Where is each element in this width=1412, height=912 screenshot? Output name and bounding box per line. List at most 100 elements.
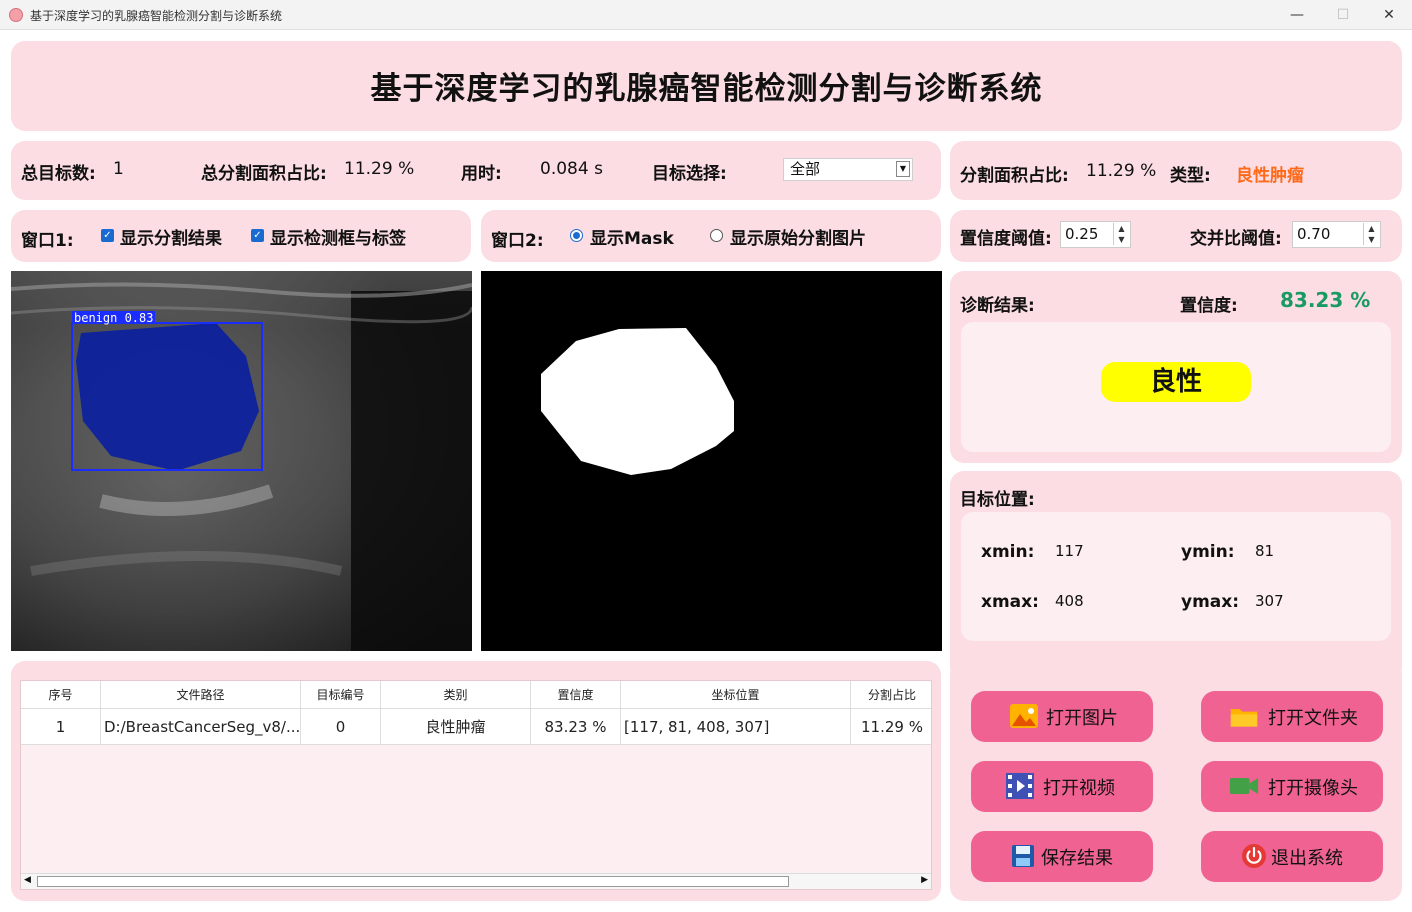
segment-area-value: 11.29 % (1086, 161, 1157, 181)
ymin-value: 81 (1255, 542, 1275, 560)
target-position-label: 目标位置: (960, 490, 1035, 510)
exit-system-button[interactable]: 退出系统 (1201, 831, 1383, 882)
actions-panel: 打开图片 打开文件夹 打开视频 打开摄像头 保存结果 退出系统 (950, 661, 1402, 901)
horizontal-scrollbar[interactable]: ◀ ▶ (21, 873, 931, 889)
column-header[interactable]: 置信度 (531, 681, 621, 708)
minimize-button[interactable]: — (1274, 0, 1320, 30)
header-panel: 基于深度学习的乳腺癌智能检测分割与诊断系统 (11, 41, 1402, 131)
stats-panel: 总目标数: 1 总分割面积占比: 11.29 % 用时: 0.084 s 目标选… (11, 141, 941, 200)
iou-threshold-label: 交并比阈值: (1190, 229, 1282, 249)
show-original-radio[interactable] (710, 229, 723, 242)
iou-threshold-spinbox[interactable]: 0.70 ▲ ▼ (1292, 221, 1381, 248)
total-targets-label: 总目标数: (21, 164, 96, 184)
table-cell: [117, 81, 408, 307] (621, 709, 851, 744)
open-video-button[interactable]: 打开视频 (971, 761, 1153, 812)
target-position-box: xmin: 117 ymin: 81 xmax: 408 ymax: 307 (961, 512, 1391, 641)
target-position-panel: 目标位置: xmin: 117 ymin: 81 xmax: 408 ymax:… (950, 471, 1402, 681)
scrollbar-thumb[interactable] (37, 876, 789, 887)
show-original-label[interactable]: 显示原始分割图片 (730, 224, 866, 249)
diagnosis-result-badge: 良性 (1101, 362, 1251, 402)
xmax-label: xmax: (981, 592, 1039, 612)
spin-down-icon[interactable]: ▼ (1363, 234, 1379, 245)
table-row[interactable]: 1 D:/BreastCancerSeg_v8/... 0 良性肿瘤 83.23… (21, 709, 931, 745)
column-header[interactable]: 分割占比 (851, 681, 931, 708)
segment-area-label: 分割面积占比: (960, 166, 1069, 186)
page-title: 基于深度学习的乳腺癌智能检测分割与诊断系统 (370, 71, 1043, 107)
target-select[interactable]: 全部 ▼ (783, 158, 913, 181)
type-value: 良性肿瘤 (1236, 166, 1304, 186)
diagnosis-panel: 诊断结果: 置信度: 83.23 % 良性 (950, 271, 1402, 463)
show-mask-radio[interactable] (570, 229, 583, 242)
results-table: 序号 文件路径 目标编号 类别 置信度 坐标位置 分割占比 1 D:/Breas… (20, 680, 932, 890)
table-cell: 11.29 % (861, 718, 923, 736)
ymax-label: ymax: (1181, 592, 1240, 612)
table-cell: D:/BreastCancerSeg_v8/... (101, 709, 301, 744)
table-cell: 1 (21, 709, 101, 744)
open-folder-label: 打开文件夹 (1268, 708, 1358, 729)
detection-image-view: benign 0.83 (11, 271, 472, 651)
iou-threshold-value: 0.70 (1297, 225, 1331, 243)
mask-image (481, 271, 942, 651)
power-icon (1242, 844, 1266, 868)
column-header[interactable]: 序号 (21, 681, 101, 708)
open-camera-button[interactable]: 打开摄像头 (1201, 761, 1383, 812)
open-camera-label: 打开摄像头 (1268, 778, 1358, 799)
floppy-icon (1012, 845, 1034, 867)
table-header: 序号 文件路径 目标编号 类别 置信度 坐标位置 分割占比 (21, 681, 931, 709)
show-boxes-label[interactable]: 显示检测框与标签 (270, 224, 406, 249)
ultrasound-image: benign 0.83 (11, 271, 472, 651)
video-icon (1006, 773, 1034, 799)
xmin-value: 117 (1055, 542, 1084, 560)
diagnosis-result-box: 良性 (961, 322, 1391, 452)
confidence-threshold-label: 置信度阈值: (960, 229, 1052, 249)
thresholds-panel: 置信度阈值: 0.25 ▲ ▼ 交并比阈值: 0.70 ▲ ▼ (950, 210, 1402, 262)
app-icon (9, 8, 23, 22)
window2-label: 窗口2: (491, 231, 544, 251)
detection-box-label: benign 0.83 (74, 311, 153, 325)
open-image-button[interactable]: 打开图片 (971, 691, 1153, 742)
show-segmentation-checkbox[interactable]: ✓ (101, 229, 114, 242)
show-mask-label[interactable]: 显示Mask (590, 224, 674, 249)
total-area-label: 总分割面积占比: (201, 164, 327, 184)
table-cell: 0 (301, 709, 381, 744)
diagnosis-confidence-label: 置信度: (1180, 296, 1238, 316)
target-select-label: 目标选择: (652, 164, 727, 184)
confidence-threshold-value: 0.25 (1065, 225, 1099, 243)
open-folder-button[interactable]: 打开文件夹 (1201, 691, 1383, 742)
folder-icon (1230, 708, 1258, 727)
show-boxes-checkbox[interactable]: ✓ (251, 229, 264, 242)
column-header[interactable]: 类别 (381, 681, 531, 708)
column-header[interactable]: 坐标位置 (621, 681, 851, 708)
scroll-left-icon[interactable]: ◀ (24, 875, 31, 885)
type-label: 类型: (1170, 166, 1211, 186)
scroll-right-icon[interactable]: ▶ (921, 875, 928, 885)
ymin-label: ymin: (1181, 542, 1235, 562)
save-results-button[interactable]: 保存结果 (971, 831, 1153, 882)
open-video-label: 打开视频 (1043, 778, 1115, 799)
app-body: 基于深度学习的乳腺癌智能检测分割与诊断系统 总目标数: 1 总分割面积占比: 1… (0, 30, 1412, 912)
window2-options-panel: 窗口2: 显示Mask 显示原始分割图片 (481, 210, 941, 262)
camera-icon (1229, 778, 1259, 794)
table-cell: 83.23 % (531, 709, 621, 744)
time-value: 0.084 s (540, 159, 603, 179)
close-button[interactable]: ✕ (1366, 0, 1412, 30)
image-icon (1010, 704, 1038, 728)
spin-up-icon[interactable]: ▲ (1363, 223, 1379, 234)
spin-down-icon[interactable]: ▼ (1113, 234, 1129, 245)
table-cell: 良性肿瘤 (381, 709, 531, 744)
diagnosis-result-label: 诊断结果: (960, 296, 1035, 316)
column-header[interactable]: 文件路径 (101, 681, 301, 708)
xmin-label: xmin: (981, 542, 1035, 562)
mask-image-view (481, 271, 942, 651)
save-results-label: 保存结果 (1041, 848, 1113, 869)
confidence-threshold-spinbox[interactable]: 0.25 ▲ ▼ (1060, 221, 1131, 248)
spin-up-icon[interactable]: ▲ (1113, 223, 1129, 234)
maximize-button[interactable]: ☐ (1320, 0, 1366, 30)
open-image-label: 打开图片 (1046, 708, 1118, 729)
diagnosis-confidence-value: 83.23 % (1280, 288, 1371, 312)
show-segmentation-label[interactable]: 显示分割结果 (120, 224, 222, 249)
window1-label: 窗口1: (21, 231, 74, 251)
time-label: 用时: (461, 164, 502, 184)
column-header[interactable]: 目标编号 (301, 681, 381, 708)
ymax-value: 307 (1255, 592, 1284, 610)
